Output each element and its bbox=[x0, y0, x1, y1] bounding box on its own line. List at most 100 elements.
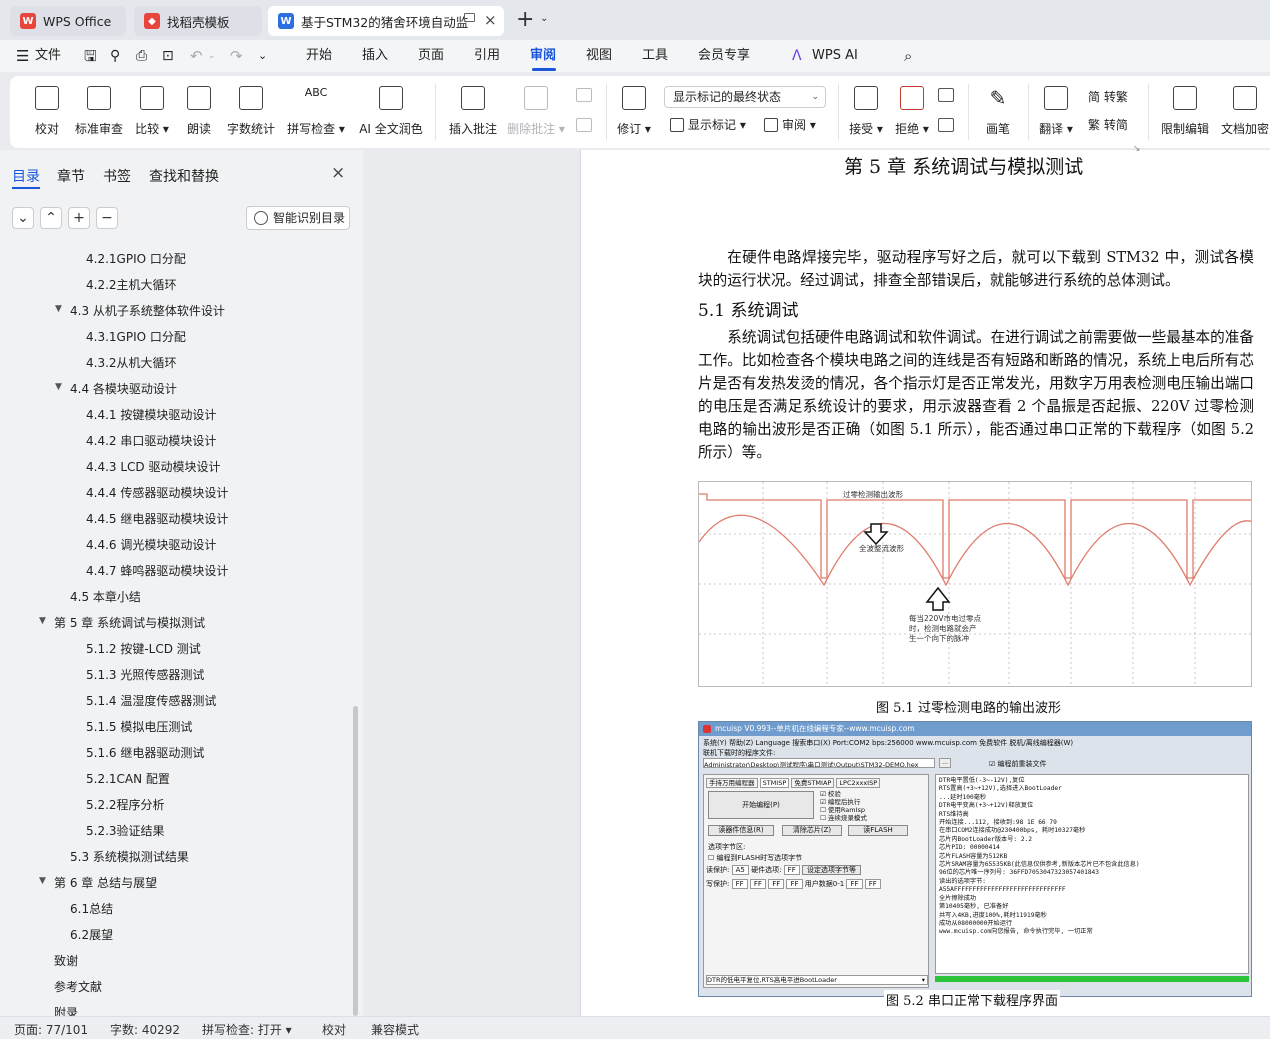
menu-page[interactable]: 页面 bbox=[418, 40, 444, 72]
page-indicator[interactable]: 页面: 77/101 bbox=[14, 1021, 88, 1038]
toc-item[interactable]: 6.1总结 bbox=[70, 900, 113, 917]
toc-item[interactable]: 4.3.1GPIO 口分配 bbox=[86, 328, 186, 345]
insert-comment-button[interactable]: 插入批注 bbox=[446, 76, 500, 148]
spell-check-indicator[interactable]: 拼写检查: 打开 ▾ bbox=[202, 1021, 292, 1038]
toc-item[interactable]: 4.4.4 传感器驱动模块设计 bbox=[86, 484, 228, 501]
toc-item[interactable]: 4.4.1 按键模块驱动设计 bbox=[86, 406, 216, 423]
more-chevron-icon[interactable]: ⌄ bbox=[258, 40, 267, 72]
std-review-button[interactable]: 标准审查 bbox=[72, 76, 126, 148]
review-pane-button[interactable]: 审阅 ▾ bbox=[764, 116, 816, 133]
toc-item[interactable]: 参考文献 bbox=[54, 978, 102, 995]
close-pane-icon[interactable]: × bbox=[331, 163, 345, 183]
share-icon[interactable]: ⚲ bbox=[110, 40, 120, 72]
toc-item[interactable]: 5.1.5 模拟电压测试 bbox=[86, 718, 192, 735]
menu-member[interactable]: 会员专享 bbox=[698, 40, 750, 72]
toc-item[interactable]: 5.1.2 按键-LCD 测试 bbox=[86, 640, 201, 657]
toc-item[interactable]: 致谢 bbox=[54, 952, 78, 969]
to-simplified-button[interactable]: 繁 转简 bbox=[1088, 116, 1128, 133]
toc-item[interactable]: 4.4.2 串口驱动模块设计 bbox=[86, 432, 216, 449]
toc-expand-caret-icon[interactable]: ▼ bbox=[55, 304, 62, 314]
document-page[interactable]: 第 5 章 系统调试与模拟测试 ↘ 在硬件电路焊接完毕，驱动程序写好之后，就可以… bbox=[580, 144, 1270, 1016]
next-comment-icon[interactable] bbox=[576, 118, 592, 132]
tab-list-chevron-icon[interactable]: ⌄ bbox=[540, 13, 548, 24]
reject-button[interactable]: 拒绝 ▾ bbox=[892, 76, 932, 148]
search-icon[interactable]: ⌕ bbox=[904, 40, 912, 72]
save-icon[interactable]: 🖫 bbox=[84, 40, 97, 72]
monitor-icon[interactable] bbox=[464, 13, 475, 22]
menu-references[interactable]: 引用 bbox=[474, 40, 500, 72]
tab-find-replace[interactable]: 查找和替换 bbox=[149, 166, 219, 186]
new-tab-icon[interactable]: + bbox=[516, 8, 534, 32]
close-tab-icon[interactable]: × bbox=[484, 11, 497, 29]
toc-item[interactable]: 5.1.3 光照传感器测试 bbox=[86, 666, 204, 683]
accept-button[interactable]: 接受 ▾ bbox=[846, 76, 886, 148]
toc-expand-caret-icon[interactable]: ▼ bbox=[55, 382, 62, 392]
toc-item[interactable]: 4.4 各模块驱动设计 bbox=[70, 380, 177, 397]
toc-item[interactable]: 4.4.7 蜂鸣器驱动模块设计 bbox=[86, 562, 228, 579]
menu-insert[interactable]: 插入 bbox=[362, 40, 388, 72]
tab-template[interactable]: ◆ 找稻壳模板 bbox=[134, 6, 262, 36]
menu-view[interactable]: 视图 bbox=[586, 40, 612, 72]
menu-file[interactable]: 文件 bbox=[35, 40, 61, 72]
show-markup-button[interactable]: 显示标记 ▾ bbox=[670, 116, 746, 133]
spell-check-button[interactable]: ABC 拼写检查 ▾ bbox=[286, 76, 346, 148]
toc-item[interactable]: 4.2.1GPIO 口分配 bbox=[86, 250, 186, 267]
toc-item[interactable]: 5.3 系统模拟测试结果 bbox=[70, 848, 189, 865]
toc-expand-caret-icon[interactable]: ▼ bbox=[39, 616, 46, 626]
menu-tools[interactable]: 工具 bbox=[642, 40, 668, 72]
prev-change-icon[interactable] bbox=[938, 88, 954, 102]
toc-expand-caret-icon[interactable]: ▼ bbox=[39, 876, 46, 886]
to-traditional-button[interactable]: 简 转繁 bbox=[1088, 88, 1128, 105]
toc-item[interactable]: 4.4.5 继电器驱动模块设计 bbox=[86, 510, 228, 527]
undo-icon[interactable]: ↶ bbox=[190, 40, 203, 72]
redo-icon[interactable]: ↷ bbox=[230, 40, 243, 72]
smart-toc-button[interactable]: 智能识别目录 bbox=[246, 206, 350, 230]
tab-toc[interactable]: 目录 bbox=[12, 166, 40, 186]
toc-item[interactable]: 5.2.1CAN 配置 bbox=[86, 770, 170, 787]
print-preview-icon[interactable]: ⊡ bbox=[162, 40, 174, 72]
proof-button[interactable]: 校对 bbox=[30, 76, 64, 148]
toc-item[interactable]: 4.3 从机子系统整体软件设计 bbox=[70, 302, 225, 319]
delete-comment-button[interactable]: 删除批注 ▾ bbox=[506, 76, 566, 148]
compare-button[interactable]: 比较 ▾ bbox=[132, 76, 172, 148]
toc-scrollbar[interactable] bbox=[353, 706, 358, 1016]
toc-item[interactable]: 第 5 章 系统调试与模拟测试 bbox=[54, 614, 205, 631]
read-aloud-button[interactable]: 朗读 bbox=[182, 76, 216, 148]
restrict-edit-button[interactable]: 限制编辑 bbox=[1158, 76, 1212, 148]
word-count-button[interactable]: 字数统计 bbox=[224, 76, 278, 148]
prev-comment-icon[interactable] bbox=[576, 88, 592, 102]
menu-wps-ai[interactable]: WPS AI bbox=[812, 40, 858, 72]
tab-chapters[interactable]: 章节 bbox=[57, 166, 85, 186]
encrypt-button[interactable]: 文档加密 bbox=[1218, 76, 1270, 148]
toc-item[interactable]: 第 6 章 总结与展望 bbox=[54, 874, 157, 891]
tab-bookmarks[interactable]: 书签 bbox=[103, 166, 131, 186]
toc-item[interactable]: 5.1.4 温湿度传感器测试 bbox=[86, 692, 216, 709]
translate-button[interactable]: 翻译 ▾ bbox=[1036, 76, 1076, 148]
expand-up-button[interactable]: ⌃ bbox=[40, 207, 62, 229]
menu-home[interactable]: 开始 bbox=[306, 40, 332, 72]
hamburger-icon[interactable]: ☰ bbox=[16, 40, 29, 72]
track-changes-button[interactable]: 修订 ▾ bbox=[614, 76, 654, 148]
toc-item[interactable]: 4.2.2主机大循环 bbox=[86, 276, 177, 293]
collapse-all-button[interactable]: ⌄ bbox=[12, 207, 34, 229]
next-change-icon[interactable] bbox=[938, 118, 954, 132]
toc-item[interactable]: 5.2.3验证结果 bbox=[86, 822, 165, 839]
add-toc-button[interactable]: + bbox=[68, 207, 90, 229]
ink-button[interactable]: ✎ 画笔 bbox=[978, 76, 1018, 148]
markup-state-select[interactable]: 显示标记的最终状态 ⌄ bbox=[664, 86, 826, 108]
undo-chevron-icon[interactable]: ⌄ bbox=[208, 40, 216, 72]
print-icon[interactable]: ⎙ bbox=[136, 40, 147, 72]
toc-item[interactable]: 4.4.6 调光模块驱动设计 bbox=[86, 536, 216, 553]
toc-item[interactable]: 5.1.6 继电器驱动测试 bbox=[86, 744, 204, 761]
ai-polish-button[interactable]: AI 全文润色 bbox=[354, 76, 428, 148]
toc-item[interactable]: 4.3.2从机大循环 bbox=[86, 354, 177, 371]
tab-wps-office[interactable]: W WPS Office bbox=[10, 6, 126, 36]
tab-document[interactable]: W 基于STM32的猪舍环境自动监 × bbox=[268, 6, 504, 36]
remove-toc-button[interactable]: − bbox=[96, 207, 118, 229]
toc-item[interactable]: 4.4.3 LCD 驱动模块设计 bbox=[86, 458, 220, 475]
toc-item[interactable]: 5.2.2程序分析 bbox=[86, 796, 165, 813]
toc-item[interactable]: 4.5 本章小结 bbox=[70, 588, 141, 605]
toc-item[interactable]: 6.2展望 bbox=[70, 926, 113, 943]
proof-indicator[interactable]: 校对 bbox=[322, 1021, 346, 1038]
word-count-indicator[interactable]: 字数: 40292 bbox=[110, 1021, 180, 1038]
